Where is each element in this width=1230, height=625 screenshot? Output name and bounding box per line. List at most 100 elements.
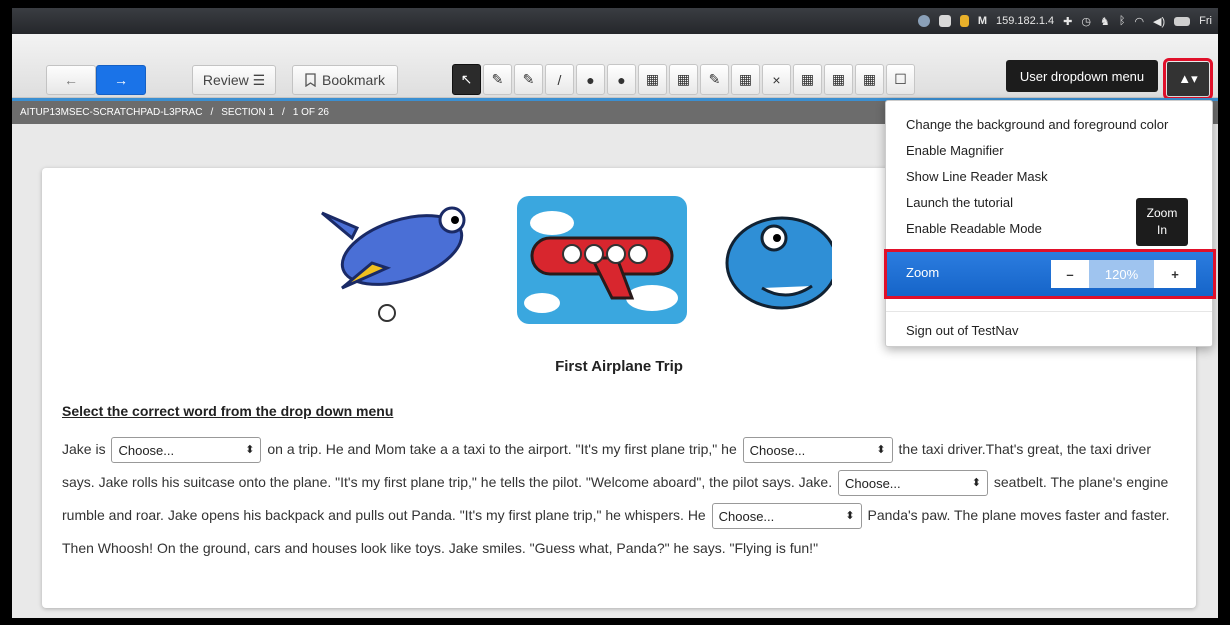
airplane-illustration — [321, 196, 832, 324]
plus-icon: ✚ — [1063, 15, 1073, 28]
answer-dropdown-1[interactable]: Choose... ⬍ — [111, 437, 262, 464]
day-label: Fri — [1199, 15, 1212, 27]
eraser-tool[interactable]: ✎ — [514, 64, 543, 95]
next-button[interactable]: → — [96, 65, 146, 95]
menu-item-enable-magnifier[interactable]: Enable Magnifier — [906, 143, 1004, 158]
app-window: M 159.182.1.4 ✚ ◷ ♞ ᛒ ◠ ◀) Fri ← → Revie… — [12, 8, 1218, 618]
zoom-row: Zoom – 120% + — [884, 249, 1216, 299]
review-button[interactable]: Review ☰ — [192, 65, 276, 95]
battery-icon — [1174, 16, 1191, 26]
dropdown-value: Choose... — [718, 508, 775, 524]
breadcrumb-separator: / — [210, 107, 214, 118]
zoom-level: 120% — [1089, 260, 1154, 288]
user-dropdown-button[interactable]: ▲▾ — [1163, 58, 1213, 100]
breadcrumb-page: 1 OF 26 — [292, 107, 329, 118]
select-arrows-icon: ⬍ — [971, 476, 981, 489]
select-arrows-icon: ⬍ — [845, 509, 855, 522]
tool-palette: ↖ ✎ ✎ / ● ● ▦ ▦ ✎ ▦ × ▦ ▦ ▦ ☐ — [452, 64, 915, 95]
answer-dropdown-4[interactable]: Choose... ⬍ — [711, 503, 862, 530]
smiling-plane-image — [725, 216, 832, 310]
marker-tool[interactable]: ● — [607, 64, 636, 95]
blue-plane-image — [321, 206, 466, 322]
calculator-tool[interactable]: ▦ — [638, 64, 667, 95]
minus-icon: – — [1066, 266, 1074, 282]
eraser-icon: ✎ — [522, 71, 535, 87]
breadcrumb-section: SECTION 1 — [221, 107, 275, 118]
zoom-in-button[interactable]: + — [1154, 260, 1196, 288]
line-icon: / — [557, 71, 562, 88]
zoom-in-tooltip: Zoom In — [1136, 198, 1188, 246]
pencil-icon: ✎ — [708, 71, 721, 87]
pointer-tool[interactable]: ↖ — [452, 64, 481, 95]
back-button[interactable]: ← — [46, 65, 96, 95]
dropdown-value: Choose... — [749, 442, 806, 458]
toolbar: ← → Review ☰ Bookmark ↖ ✎ ✎ / ● ● ▦ ▦ ✎ … — [12, 34, 1218, 100]
cloud-icon — [917, 15, 930, 27]
reference-tool[interactable]: ▦ — [793, 64, 822, 95]
calculator-tool-2[interactable]: ▦ — [669, 64, 698, 95]
menu-item-launch-tutorial[interactable]: Launch the tutorial — [906, 195, 1013, 210]
bookmark-icon — [305, 73, 316, 87]
dropdown-value: Choose... — [118, 442, 175, 458]
bluetooth-icon: ᛒ — [1118, 15, 1126, 27]
dropdown-value: Choose... — [845, 475, 901, 491]
pen-icon: ● — [586, 71, 595, 88]
line-tool[interactable]: / — [545, 64, 574, 95]
menu-item-change-colors[interactable]: Change the background and foreground col… — [906, 117, 1168, 132]
breadcrumb-test: AITUP13MSEC-SCRATCHPAD-L3PRAC — [20, 107, 203, 118]
story-text: Jake is — [62, 441, 106, 457]
instruction-text: Select the correct word from the drop do… — [62, 403, 394, 419]
user-menu-tooltip: User dropdown menu — [1006, 60, 1158, 92]
notepad-icon: ▦ — [738, 71, 753, 87]
pen-tool[interactable]: ● — [576, 64, 605, 95]
volume-icon: ◀) — [1153, 15, 1166, 28]
zoom-out-button[interactable]: – — [1051, 260, 1089, 288]
hand-icon — [938, 15, 951, 27]
zoom-label: Zoom — [906, 265, 940, 280]
close-icon: × — [772, 71, 781, 88]
system-tray: M 159.182.1.4 ✚ ◷ ♞ ᛒ ◠ ◀) Fri — [917, 8, 1212, 34]
formula-tool[interactable]: ▦ — [824, 64, 853, 95]
breadcrumb-separator: / — [282, 107, 285, 118]
ruler-tool[interactable]: ▦ — [855, 64, 884, 95]
user-icon: ♞ — [1099, 15, 1110, 28]
m-icon: M — [977, 15, 987, 27]
menu-item-readable-mode[interactable]: Enable Readable Mode — [906, 221, 1042, 236]
menu-item-line-reader-mask[interactable]: Show Line Reader Mask — [906, 169, 1048, 184]
select-arrows-icon: ⬍ — [876, 443, 886, 456]
story-title: First Airplane Trip — [555, 358, 683, 375]
pencil-tool[interactable]: ✎ — [700, 64, 729, 95]
menu-divider — [886, 311, 1212, 312]
bookmark-button[interactable]: Bookmark — [292, 65, 398, 95]
formula-icon: ▦ — [831, 71, 846, 87]
shield-icon — [959, 15, 969, 27]
tooltip-line: Zoom — [1146, 206, 1178, 220]
select-arrows-icon: ⬍ — [245, 443, 255, 456]
system-menu-bar: M 159.182.1.4 ✚ ◷ ♞ ᛒ ◠ ◀) Fri — [12, 8, 1218, 34]
calculator-icon: ▦ — [645, 71, 660, 87]
clock-icon: ◷ — [1081, 15, 1091, 28]
answer-eliminator-tool[interactable]: × — [762, 64, 791, 95]
ruler-icon: ▦ — [862, 71, 877, 87]
arrow-left-icon: ← — [64, 72, 78, 88]
pointer-icon: ↖ — [460, 71, 473, 87]
notepad-tool[interactable]: ▦ — [731, 64, 760, 95]
story-text: on a trip. He and Mom take a a taxi to t… — [267, 441, 737, 457]
comment-tool[interactable]: ☐ — [886, 64, 915, 95]
ip-address: 159.182.1.4 — [996, 15, 1055, 27]
reference-icon: ▦ — [800, 71, 815, 87]
calculator-icon: ▦ — [676, 71, 691, 87]
menu-item-sign-out[interactable]: Sign out of TestNav — [906, 323, 1019, 338]
answer-dropdown-2[interactable]: Choose... ⬍ — [742, 437, 893, 464]
review-label: Review ☰ — [202, 71, 266, 88]
bookmark-label: Bookmark — [321, 72, 386, 88]
answer-dropdown-3[interactable]: Choose... ⬍ — [838, 470, 988, 497]
highlighter-icon: ✎ — [491, 71, 504, 87]
story-passage: Jake is Choose... ⬍ on a trip. He and Mom… — [62, 433, 1182, 565]
comment-icon: ☐ — [894, 71, 907, 87]
highlighter-tool[interactable]: ✎ — [483, 64, 512, 95]
wifi-icon: ◠ — [1134, 15, 1145, 28]
arrow-right-icon: → — [114, 72, 128, 88]
marker-icon: ● — [617, 71, 626, 88]
red-plane-image — [517, 196, 687, 324]
